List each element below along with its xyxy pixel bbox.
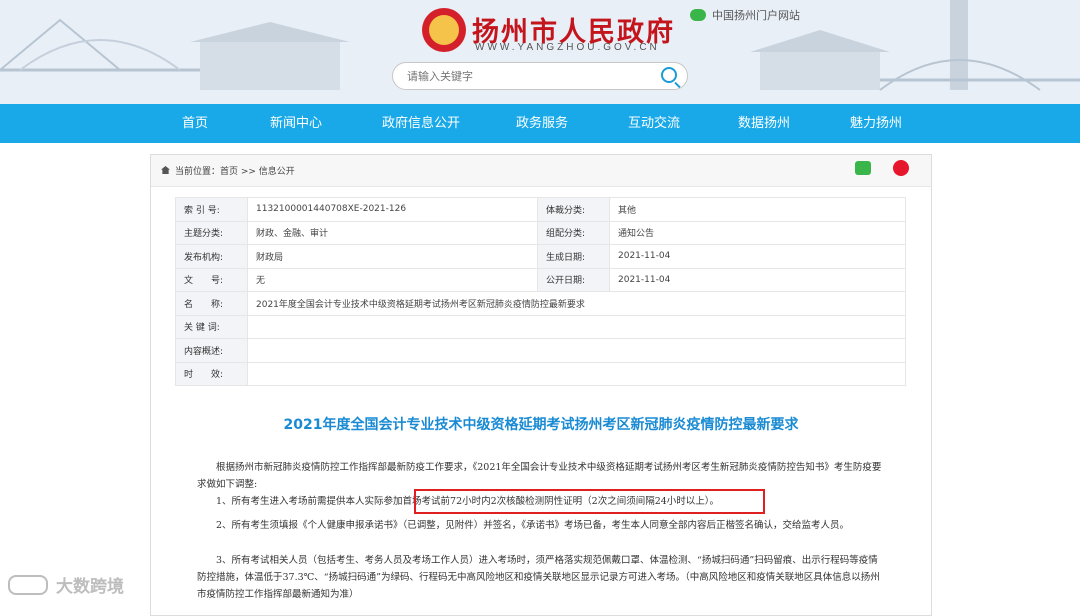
genre-label: 体裁分类: (537, 197, 610, 222)
published-value: 2021-11-04 (609, 267, 906, 292)
table-row: 索 引 号: 1132100001440708XE-2021-126 体裁分类:… (175, 197, 906, 222)
share-wechat-icon[interactable] (855, 161, 871, 175)
nav-gov-info[interactable]: 政府信息公开 (382, 104, 460, 143)
search-input[interactable] (405, 67, 649, 87)
nav-news[interactable]: 新闻中心 (270, 104, 322, 143)
portal-link[interactable]: 中国扬州门户网站 (690, 7, 800, 23)
table-row: 名 称: 2021年度全国会计专业技术中级资格延期考试扬州考区新冠肺炎疫情防控最… (175, 291, 906, 316)
org-value: 财政局 (247, 244, 538, 269)
emblem-logo[interactable] (422, 8, 466, 52)
table-row: 主题分类: 财政、金融、审计 组配分类: 通知公告 (175, 220, 906, 245)
org-label: 发布机构: (175, 244, 248, 269)
created-label: 生成日期: (537, 244, 610, 269)
table-row: 文 号: 无 公开日期: 2021-11-04 (175, 267, 906, 292)
name-value: 2021年度全国会计专业技术中级资格延期考试扬州考区新冠肺炎疫情防控最新要求 (247, 291, 906, 316)
site-url: WWW.YANGZHOU.GOV.CN (475, 42, 660, 53)
article-paragraph-1: 根据扬州市新冠肺炎疫情防控工作指挥部最新防疫工作要求，《2021年全国会计专业技… (197, 462, 882, 490)
table-row: 内容概述: (175, 338, 906, 363)
nav-home[interactable]: 首页 (182, 104, 208, 143)
portal-label: 中国扬州门户网站 (712, 9, 800, 22)
search-icon[interactable] (661, 67, 677, 83)
index-label: 索 引 号: (175, 197, 248, 222)
site-header: 扬州市人民政府 WWW.YANGZHOU.GOV.CN 中国扬州门户网站 (0, 0, 1080, 104)
nav-services[interactable]: 政务服务 (516, 104, 568, 143)
search-box[interactable] (392, 62, 688, 90)
validity-label: 时 效: (175, 361, 248, 386)
name-label: 名 称: (175, 291, 248, 316)
info-meta-table: 索 引 号: 1132100001440708XE-2021-126 体裁分类:… (175, 197, 906, 386)
nav-charm[interactable]: 魅力扬州 (850, 104, 902, 143)
table-row: 时 效: (175, 361, 906, 386)
nav-data[interactable]: 数据扬州 (738, 104, 790, 143)
share-weibo-icon[interactable] (893, 160, 909, 176)
watermark-logo-icon (8, 574, 48, 595)
validity-value (247, 361, 906, 386)
article-paragraph-3: 2、所有考生须填报《个人健康申报承诺书》（已调整，见附件）并签名，《承诺书》考场… (216, 520, 850, 531)
article-title: 2021年度全国会计专业技术中级资格延期考试扬州考区新冠肺炎疫情防控最新要求 (283, 417, 799, 433)
wechat-icon (690, 9, 706, 21)
keywords-label: 关 键 词: (175, 314, 248, 339)
breadcrumb-bar: 当前位置：首页 >> 信息公开 (151, 155, 931, 187)
index-value: 1132100001440708XE-2021-126 (247, 197, 538, 222)
summary-value (247, 338, 906, 363)
article-paragraph-4: 3、所有考试相关人员（包括考生、考务人员及考场工作人员）进入考场时，须严格落实规… (197, 555, 880, 600)
nav-interaction[interactable]: 互动交流 (628, 104, 680, 143)
main-nav: 首页 新闻中心 政府信息公开 政务服务 互动交流 数据扬州 魅力扬州 (0, 104, 1080, 143)
created-value: 2021-11-04 (609, 244, 906, 269)
summary-label: 内容概述: (175, 338, 248, 363)
topic-value: 财政、金融、审计 (247, 220, 538, 245)
genre-value: 其他 (609, 197, 906, 222)
group-label: 组配分类: (537, 220, 610, 245)
group-value: 通知公告 (609, 220, 906, 245)
watermark-text: 大数跨境 (56, 577, 124, 597)
docno-label: 文 号: (175, 267, 248, 292)
breadcrumb[interactable]: 当前位置：首页 >> 信息公开 (175, 164, 295, 177)
watermark: 大数跨境 (8, 572, 124, 597)
table-row: 发布机构: 财政局 生成日期: 2021-11-04 (175, 244, 906, 269)
docno-value: 无 (247, 267, 538, 292)
published-label: 公开日期: (537, 267, 610, 292)
topic-label: 主题分类: (175, 220, 248, 245)
home-icon (161, 166, 170, 174)
content-panel: 当前位置：首页 >> 信息公开 索 引 号: 1132100001440708X… (150, 154, 932, 616)
table-row: 关 键 词: (175, 314, 906, 339)
highlight-box (414, 489, 765, 514)
keywords-value (247, 314, 906, 339)
